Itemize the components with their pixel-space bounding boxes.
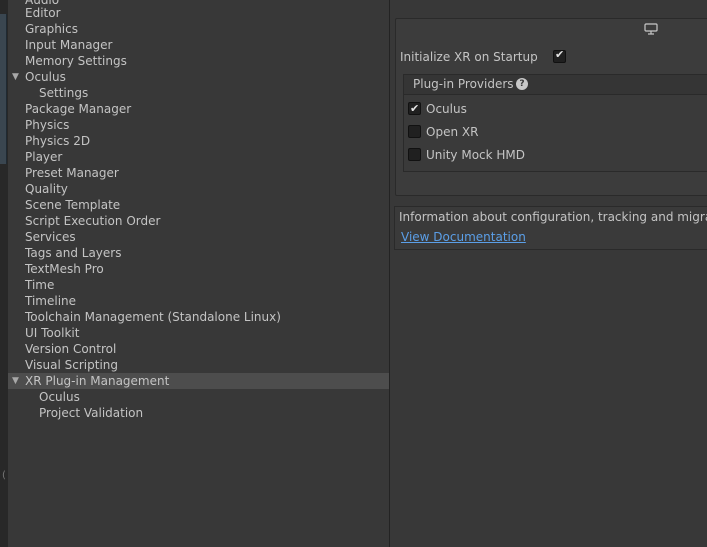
sidebar-item-oculus-settings[interactable]: Settings bbox=[8, 85, 389, 101]
sidebar-item-package-manager[interactable]: Package Manager bbox=[8, 101, 389, 117]
initialize-xr-row: Initialize XR on Startup bbox=[400, 49, 538, 65]
sidebar-item-version-control[interactable]: Version Control bbox=[8, 341, 389, 357]
left-window-tab bbox=[0, 14, 7, 164]
info-text: Information about configuration, trackin… bbox=[399, 210, 707, 224]
sidebar-item-player[interactable]: Player bbox=[8, 149, 389, 165]
sidebar-item-physics[interactable]: Physics bbox=[8, 117, 389, 133]
initialize-xr-checkbox[interactable] bbox=[553, 48, 566, 63]
provider-row-oculus: Oculus bbox=[404, 100, 707, 118]
sidebar-item-tags-and-layers[interactable]: Tags and Layers bbox=[8, 245, 389, 261]
sidebar-item-ui-toolkit[interactable]: UI Toolkit bbox=[8, 325, 389, 341]
left-window-marker: ( bbox=[2, 470, 6, 481]
plugin-providers-title: Plug-in Providers bbox=[413, 77, 514, 91]
expand-arrow-icon[interactable]: ▼ bbox=[12, 373, 19, 389]
sidebar-item-graphics[interactable]: Graphics bbox=[8, 21, 389, 37]
sidebar-item-timeline[interactable]: Timeline bbox=[8, 293, 389, 309]
provider-label-mock-hmd: Unity Mock HMD bbox=[426, 148, 526, 162]
sidebar-item-visual-scripting[interactable]: Visual Scripting bbox=[8, 357, 389, 373]
sidebar-item-time[interactable]: Time bbox=[8, 277, 389, 293]
plugin-providers-group: Plug-in Providers ? Oculus Open XR Unity… bbox=[403, 74, 707, 172]
initialize-xr-label: Initialize XR on Startup bbox=[400, 50, 538, 64]
expand-arrow-icon[interactable]: ▼ bbox=[12, 69, 19, 85]
provider-checkbox-openxr[interactable] bbox=[408, 125, 421, 138]
sidebar-item-input-manager[interactable]: Input Manager bbox=[8, 37, 389, 53]
provider-checkbox-oculus[interactable] bbox=[408, 100, 421, 118]
info-box: Information about configuration, trackin… bbox=[394, 206, 707, 250]
sidebar-item-script-execution-order[interactable]: Script Execution Order bbox=[8, 213, 389, 229]
view-documentation-link[interactable]: View Documentation bbox=[401, 230, 526, 244]
help-icon[interactable]: ? bbox=[516, 78, 528, 90]
sidebar-item-xr-plugin-management[interactable]: ▼ XR Plug-in Management bbox=[8, 373, 389, 389]
sidebar-item-quality[interactable]: Quality bbox=[8, 181, 389, 197]
sidebar-item-oculus[interactable]: ▼ Oculus bbox=[8, 69, 389, 85]
platform-settings-box: Initialize XR on Startup Plug-in Provide… bbox=[395, 18, 707, 196]
provider-label-oculus: Oculus bbox=[426, 102, 467, 116]
provider-row-mock-hmd: Unity Mock HMD bbox=[404, 146, 707, 164]
sidebar-item-scene-template[interactable]: Scene Template bbox=[8, 197, 389, 213]
sidebar-item-editor[interactable]: Editor bbox=[8, 5, 389, 21]
provider-row-openxr: Open XR bbox=[404, 123, 707, 141]
sidebar-item-memory-settings[interactable]: Memory Settings bbox=[8, 53, 389, 69]
sidebar-item-xr-oculus[interactable]: Oculus bbox=[8, 389, 389, 405]
monitor-icon[interactable] bbox=[644, 23, 658, 35]
sidebar-item-toolchain-management[interactable]: Toolchain Management (Standalone Linux) bbox=[8, 309, 389, 325]
sidebar-item-physics-2d[interactable]: Physics 2D bbox=[8, 133, 389, 149]
xr-settings-panel: Initialize XR on Startup Plug-in Provide… bbox=[390, 0, 707, 547]
provider-checkbox-mock-hmd[interactable] bbox=[408, 148, 421, 161]
provider-label-openxr: Open XR bbox=[426, 125, 479, 139]
settings-sidebar: Audio Editor Graphics Input Manager Memo… bbox=[8, 0, 390, 547]
sidebar-item-preset-manager[interactable]: Preset Manager bbox=[8, 165, 389, 181]
sidebar-item-project-validation[interactable]: Project Validation bbox=[8, 405, 389, 421]
sidebar-item-textmesh-pro[interactable]: TextMesh Pro bbox=[8, 261, 389, 277]
sidebar-item-services[interactable]: Services bbox=[8, 229, 389, 245]
plugin-providers-header: Plug-in Providers ? bbox=[404, 75, 707, 95]
